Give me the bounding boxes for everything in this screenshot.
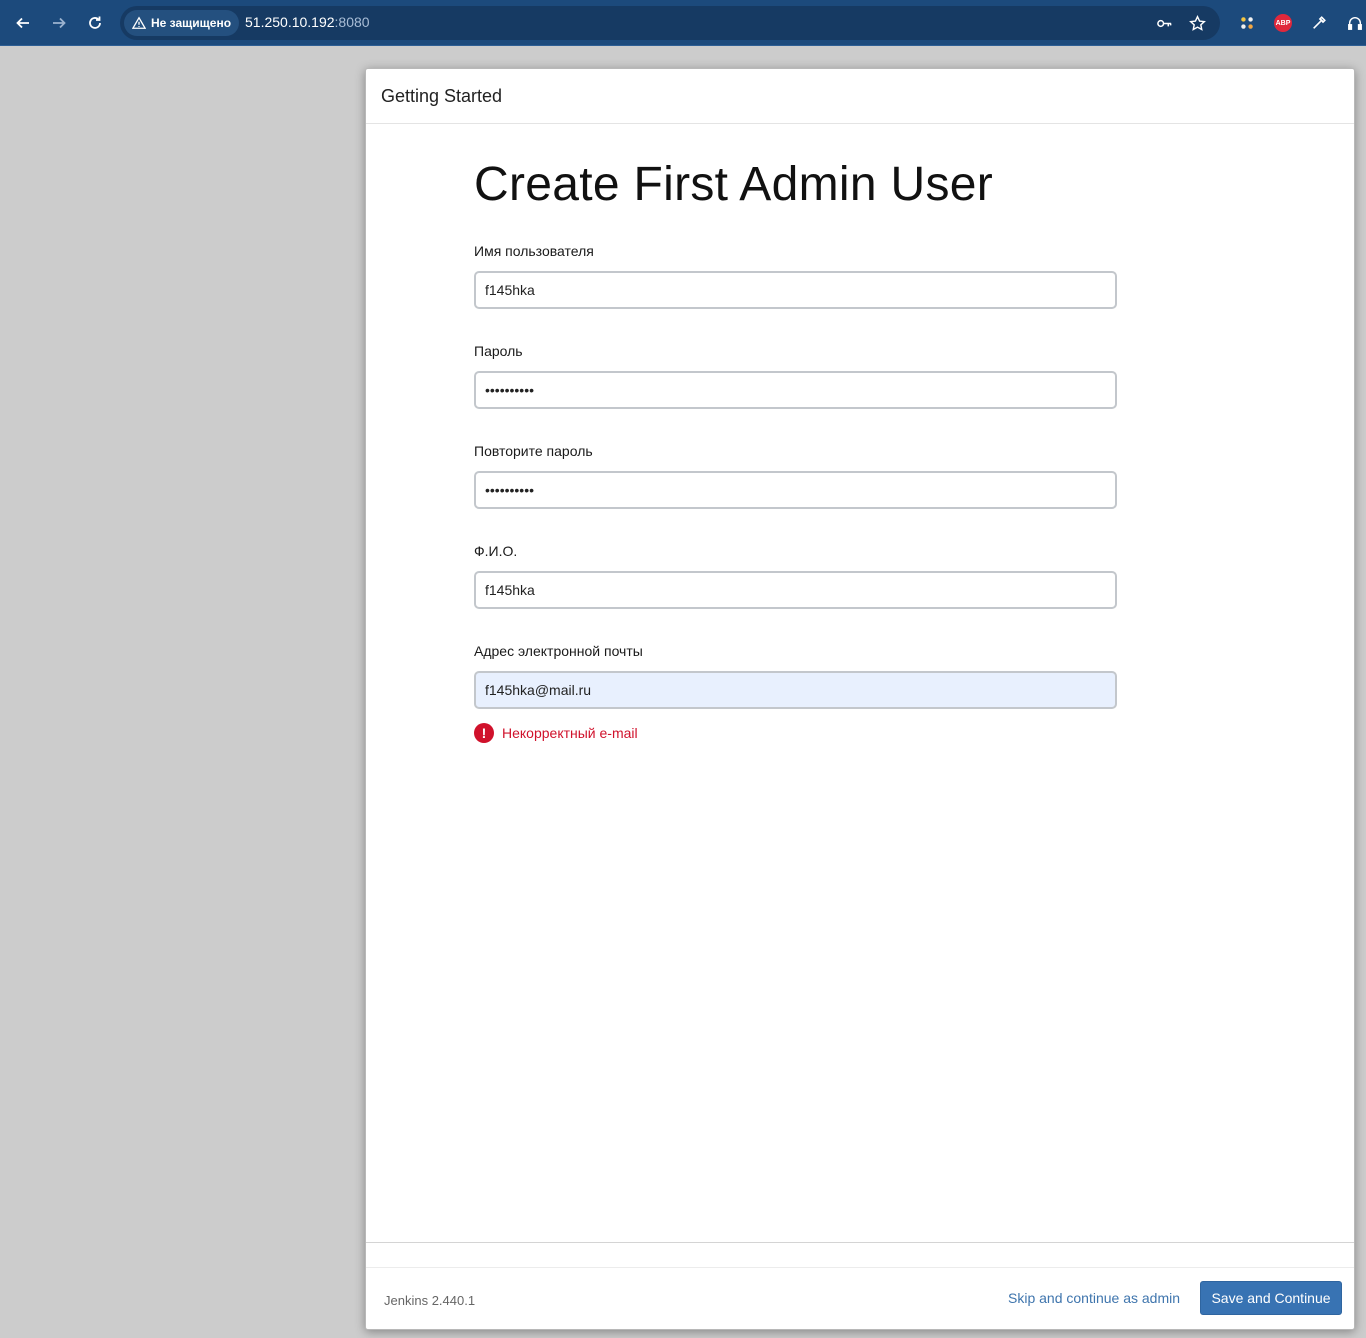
browser-toolbar: Не защищено 51.250.10.192:8080 ABP (0, 0, 1366, 46)
password-input[interactable] (474, 371, 1117, 409)
error-exclamation-icon: ! (474, 723, 494, 743)
footer-divider-secondary (366, 1267, 1354, 1268)
username-input[interactable] (474, 271, 1117, 309)
forward-icon[interactable] (44, 8, 74, 38)
email-label: Адрес электронной почты (474, 643, 643, 659)
adblock-label: ABP (1274, 14, 1292, 32)
extension-sparkle-icon[interactable] (1236, 12, 1258, 34)
password-field-group: Пароль (474, 341, 1117, 409)
full-name-input[interactable] (474, 571, 1117, 609)
dialog-header: Getting Started (366, 69, 1354, 124)
url-text[interactable]: 51.250.10.192:8080 (245, 14, 370, 30)
confirm-password-label: Повторите пароль (474, 443, 593, 459)
adblock-extension-icon[interactable]: ABP (1272, 12, 1294, 34)
url-port: :8080 (334, 14, 370, 30)
username-field-group: Имя пользователя (474, 241, 1117, 309)
admin-user-form: Create First Admin User Имя пользователя… (474, 157, 1117, 743)
url-host: 51.250.10.192 (245, 14, 335, 30)
jenkins-version: Jenkins 2.440.1 (384, 1293, 476, 1308)
save-and-continue-button[interactable]: Save and Continue (1200, 1281, 1342, 1315)
confirm-password-field-group: Повторите пароль (474, 441, 1117, 509)
reload-icon[interactable] (80, 8, 110, 38)
password-label: Пароль (474, 343, 523, 359)
email-error: ! Некорректный e-mail (474, 723, 1117, 743)
email-input[interactable] (474, 671, 1117, 709)
page-title: Create First Admin User (474, 158, 994, 211)
setup-wizard-dialog: Getting Started Create First Admin User … (365, 68, 1355, 1330)
username-label: Имя пользователя (474, 243, 594, 259)
password-key-icon[interactable] (1154, 13, 1174, 33)
email-field-group: Адрес электронной почты (474, 641, 1117, 709)
confirm-password-input[interactable] (474, 471, 1117, 509)
eyedropper-extension-icon[interactable] (1308, 12, 1330, 34)
security-label: Не защищено (151, 16, 232, 30)
bookmark-star-icon[interactable] (1187, 13, 1207, 33)
security-indicator[interactable]: Не защищено (124, 10, 240, 36)
warning-icon (132, 16, 146, 29)
footer-divider (366, 1242, 1354, 1243)
headphones-extension-icon[interactable] (1344, 12, 1366, 34)
error-message: Некорректный e-mail (502, 725, 638, 741)
full-name-field-group: Ф.И.О. (474, 541, 1117, 609)
full-name-label: Ф.И.О. (474, 543, 518, 559)
back-icon[interactable] (8, 8, 38, 38)
address-bar[interactable]: Не защищено 51.250.10.192:8080 (120, 6, 1220, 40)
skip-continue-as-admin-link[interactable]: Skip and continue as admin (1008, 1290, 1180, 1306)
